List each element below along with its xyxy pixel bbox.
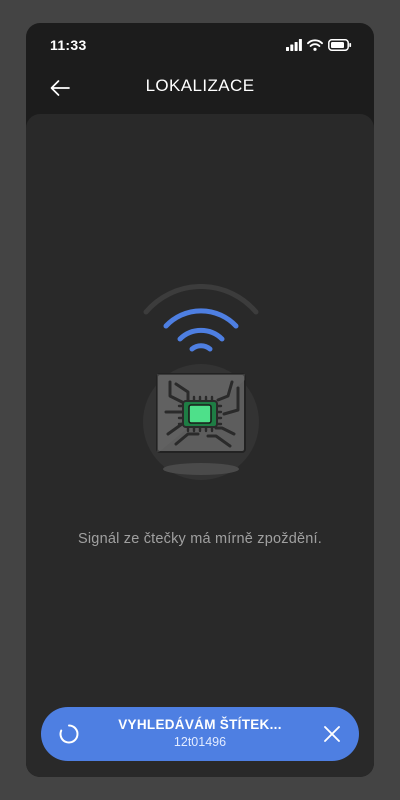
banner-text: VYHLEDÁVÁM ŠTÍTEK... 12t01496: [87, 716, 313, 751]
phone-screen: 11:33 LOKALIZACE Signál ze čtečky má mír…: [26, 23, 374, 777]
wifi-icon: [307, 39, 323, 51]
status-icons: [286, 38, 352, 52]
tag-search-banner: VYHLEDÁVÁM ŠTÍTEK... 12t01496: [41, 707, 359, 761]
rfid-chip-signal-illustration: [143, 284, 259, 480]
app-header: LOKALIZACE: [26, 67, 374, 113]
main-content: Signál ze čtečky má mírně zpoždění. VYHL…: [26, 114, 374, 777]
tag-id: 12t01496: [173, 735, 227, 749]
banner-title: VYHLEDÁVÁM ŠTÍTEK...: [118, 717, 282, 732]
loading-spinner-icon: [59, 724, 79, 744]
close-button[interactable]: [317, 719, 347, 749]
close-icon: [324, 726, 340, 742]
status-message: Signál ze čtečky má mírně zpoždění.: [78, 531, 322, 547]
page-title: LOKALIZACE: [145, 76, 255, 95]
status-bar: 11:33: [26, 23, 374, 67]
signal-icon: [286, 39, 302, 51]
battery-icon: [328, 39, 352, 51]
status-time: 11:33: [50, 37, 87, 53]
